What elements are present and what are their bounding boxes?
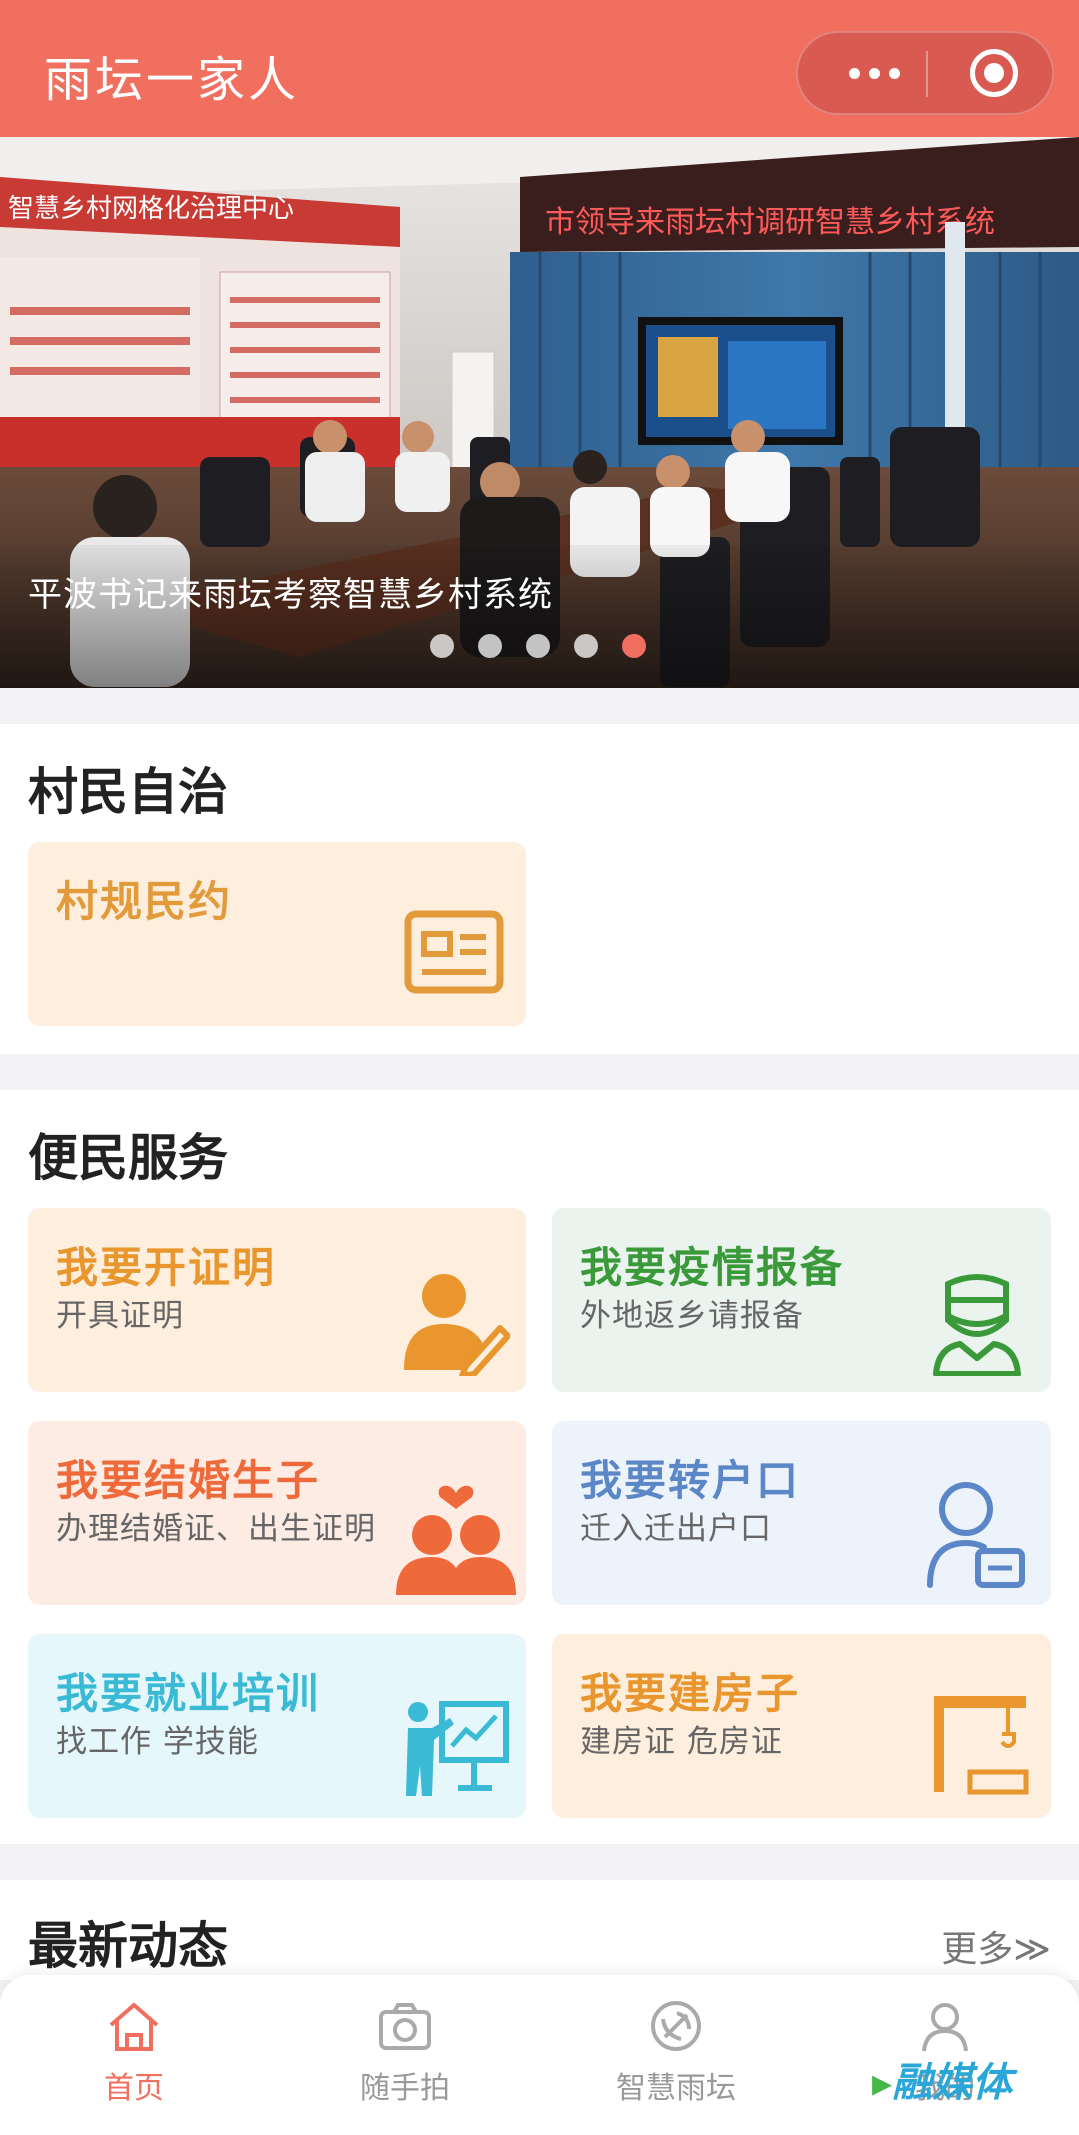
convenience-services-section: 便民服务 我要开证明 开具证明 我要疫情报备 外地返乡请报备 我要结婚生子 办理… [0, 1090, 1079, 1844]
couple-heart-icon [396, 1485, 516, 1595]
presentation-icon [406, 1701, 509, 1796]
card-build-house[interactable]: 我要建房子 建房证 危房证 [552, 1634, 1051, 1818]
more-menu-button[interactable] [834, 33, 914, 113]
crane-icon [934, 1696, 1029, 1795]
wall-sign-text: 智慧乡村网格化治理中心 [8, 194, 294, 224]
carousel-dot[interactable] [478, 634, 502, 658]
card-job-training[interactable]: 我要就业培训 找工作 学技能 [28, 1634, 526, 1818]
tab-label: 智慧雨坛 [616, 2071, 736, 2106]
card-subtitle: 外地返乡请报备 [580, 1298, 804, 1334]
doctor-icon [933, 1274, 1021, 1376]
card-subtitle: 开具证明 [56, 1298, 184, 1334]
card-village-rules[interactable]: 村规民约 [28, 842, 526, 1026]
card-issue-certificate[interactable]: 我要开证明 开具证明 [28, 1208, 526, 1392]
card-title: 我要开证明 [56, 1243, 277, 1292]
tab-label: 随手拍 [360, 2071, 450, 2106]
carousel-dot[interactable] [430, 634, 454, 658]
id-card-icon [404, 910, 504, 994]
party-emblem-icon [651, 2001, 701, 2051]
card-title: 我要转户口 [580, 1456, 801, 1505]
tab-home[interactable]: 首页 [34, 1997, 234, 2107]
card-title: 我要建房子 [580, 1669, 801, 1718]
card-title: 我要结婚生子 [56, 1456, 321, 1505]
led-banner-text: 市领导来雨坛村调研智慧乡村系统 [545, 205, 995, 240]
section-title: 便民服务 [28, 1129, 228, 1187]
navigation-bar: 雨坛一家人 [0, 0, 1079, 137]
camera-icon [379, 2003, 431, 2050]
card-title: 我要就业培训 [56, 1669, 321, 1718]
person-pen-icon [404, 1274, 510, 1376]
card-title: 村规民约 [56, 877, 233, 926]
more-link[interactable]: 更多≫ [941, 1920, 1051, 1972]
card-marriage-birth[interactable]: 我要结婚生子 办理结婚证、出生证明 [28, 1421, 526, 1605]
tab-snapshot[interactable]: 随手拍 [305, 1997, 505, 2107]
user-icon [922, 2003, 968, 2052]
card-household-transfer[interactable]: 我要转户口 迁入迁出户口 [552, 1421, 1051, 1605]
banner-carousel[interactable]: 智慧乡村网格化治理中心 市领导来雨坛村调研智慧乡村系统 平波书记来雨坛考察智慧乡… [0, 137, 1079, 688]
villager-autonomy-section: 村民自治 村规民约 [0, 724, 1079, 1054]
card-subtitle: 找工作 学技能 [56, 1724, 259, 1760]
carousel-indicator [430, 634, 646, 658]
banner-caption: 平波书记来雨坛考察智慧乡村系统 [28, 575, 553, 615]
latest-news-section: 最新动态 更多≫ [0, 1880, 1079, 1980]
tab-label: 首页 [104, 2071, 164, 2106]
card-subtitle: 迁入迁出户口 [580, 1511, 772, 1547]
app-title: 雨坛一家人 [44, 52, 300, 108]
capsule-divider [926, 51, 928, 97]
card-epidemic-report[interactable]: 我要疫情报备 外地返乡请报备 [552, 1208, 1051, 1392]
home-icon [109, 2003, 159, 2051]
section-title: 村民自治 [28, 763, 228, 821]
carousel-dot[interactable] [574, 634, 598, 658]
more-dots-icon [848, 67, 860, 79]
card-title: 我要疫情报备 [580, 1243, 845, 1292]
section-title: 最新动态 [28, 1917, 228, 1975]
carousel-dot[interactable] [526, 634, 550, 658]
close-target-icon[interactable] [970, 49, 1018, 97]
card-subtitle: 办理结婚证、出生证明 [56, 1511, 376, 1547]
tab-smart-yutan[interactable]: 智慧雨坛 [576, 1997, 776, 2107]
card-subtitle: 建房证 危房证 [580, 1724, 783, 1760]
mini-program-capsule [796, 31, 1054, 115]
person-card-icon [927, 1482, 1025, 1588]
media-watermark-logo: ▸融媒体 [872, 2060, 1013, 2106]
carousel-dot-active[interactable] [622, 634, 646, 658]
